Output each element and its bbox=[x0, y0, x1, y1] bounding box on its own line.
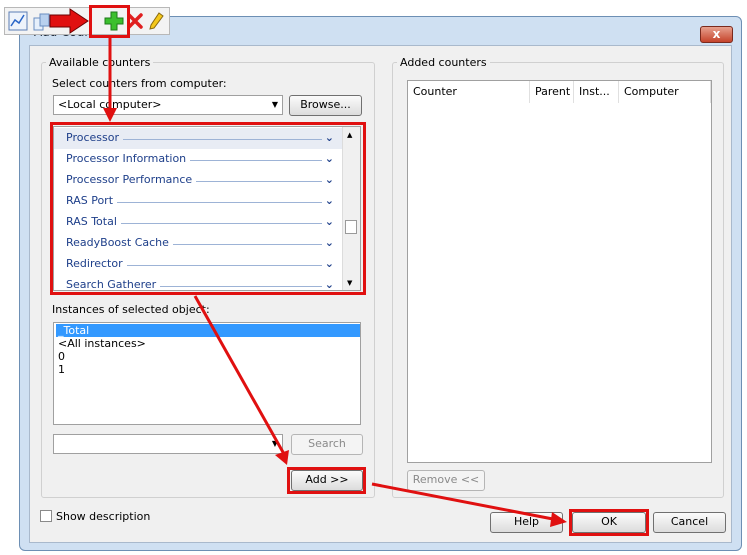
arrow-to-add-button bbox=[193, 295, 289, 465]
counter-item-label: RAS Port bbox=[66, 194, 118, 207]
counter-item-label: Processor Performance bbox=[66, 173, 197, 186]
counter-item-label: ReadyBoost Cache bbox=[66, 236, 173, 249]
counter-item-label: Processor Information bbox=[66, 152, 191, 165]
arrow-to-counter-list bbox=[103, 38, 117, 122]
counter-item-label: Processor bbox=[66, 131, 123, 144]
counter-item-label: Redirector bbox=[66, 257, 127, 270]
arrow-to-add-icon bbox=[49, 8, 89, 34]
arrow-to-ok-button bbox=[371, 482, 567, 527]
counter-item-label: Search Gatherer bbox=[66, 278, 161, 290]
counter-item-label: RAS Total bbox=[66, 215, 121, 228]
